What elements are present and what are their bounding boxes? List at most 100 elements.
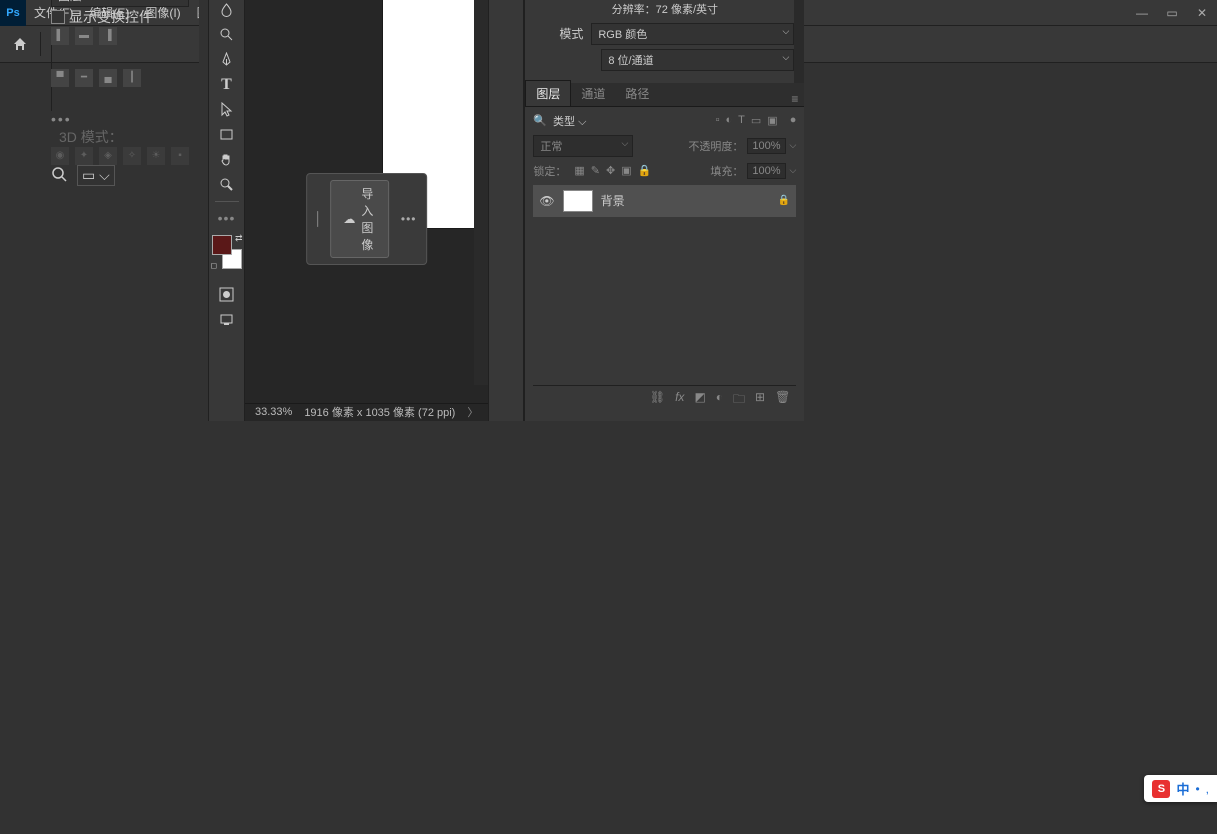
opacity-arrow-icon[interactable]: ⌵ xyxy=(790,140,797,151)
filter-toggle-icon[interactable]: ● xyxy=(790,114,797,127)
path-select-tool[interactable] xyxy=(213,98,241,122)
layers-panel-menu-icon[interactable]: ≡ xyxy=(785,92,804,106)
align-bottom-icon[interactable]: ▄ xyxy=(99,69,117,87)
swap-colors-icon[interactable]: ⇄ xyxy=(235,233,243,244)
type-tool[interactable]: T xyxy=(213,73,241,97)
lock-icons: ▦ ✎ ✥ ▣ 🔒 xyxy=(574,164,651,177)
move-tool-indicator-icon[interactable]: �南 ✥ 自动选择： 图层 显示变换控件 ▌ ▬ ▐ ▀ ━ ▄ ┃ ••• 3… xyxy=(51,0,189,186)
lock-transparency-icon[interactable]: ▦ xyxy=(574,164,584,177)
bit-depth-dropdown[interactable]: 8 位/通道 xyxy=(601,49,794,71)
properties-scrollbar[interactable] xyxy=(794,0,804,83)
blur-tool[interactable] xyxy=(213,0,241,22)
import-more-icon[interactable]: ••• xyxy=(401,212,417,226)
doc-dimensions: 1916 像素 x 1035 像素 (72 ppi) xyxy=(304,404,455,420)
layer-visibility-icon[interactable]: 👁 xyxy=(539,194,554,208)
new-layer-icon[interactable]: ⊞ xyxy=(755,390,765,411)
dodge-tool[interactable] xyxy=(213,23,241,47)
default-colors-icon[interactable]: ◻ xyxy=(211,261,218,270)
filter-pixel-icon[interactable]: ▫ xyxy=(716,114,720,127)
align-center-h-icon[interactable]: ▬ xyxy=(75,27,93,45)
view-mode-icon[interactable]: ▭ ⌵ xyxy=(77,165,115,186)
home-icon[interactable] xyxy=(10,34,30,54)
tab-channels[interactable]: 通道 xyxy=(571,81,615,106)
layer-name-label[interactable]: 背景 xyxy=(601,192,770,209)
resolution-display: 分辨率：72 像素/英寸 xyxy=(535,1,794,17)
right-panels: » 颜色 色板 渐变 图案 ≡ 属性 调整 库 ≡ ▫ xyxy=(524,0,804,421)
import-bar-handle[interactable] xyxy=(317,211,318,227)
layer-fx-icon[interactable]: fx xyxy=(675,390,684,411)
ps-logo-icon: Ps xyxy=(0,0,26,26)
color-wells[interactable]: ⇄ ◻ xyxy=(212,235,242,269)
adjustment-layer-icon[interactable]: ◐ xyxy=(716,390,723,411)
align-middle-icon[interactable]: ━ xyxy=(75,69,93,87)
maximize-button[interactable]: ▭ xyxy=(1157,0,1187,26)
edit-toolbar-icon[interactable]: ••• xyxy=(213,206,241,230)
layer-group-icon[interactable]: 🗀 xyxy=(733,390,745,411)
import-bar: ☁ 导入图像 ••• xyxy=(306,173,428,265)
fill-value[interactable]: 100% xyxy=(747,163,785,179)
canvas-viewport[interactable]: ☁ 导入图像 ••• xyxy=(245,0,488,403)
show-transform-checkbox[interactable]: 显示变换控件 xyxy=(51,7,189,27)
hand-tool[interactable] xyxy=(213,148,241,172)
close-button[interactable]: ✕ xyxy=(1187,0,1217,26)
tools-panel: ✥ xyxy=(209,0,245,421)
filter-adjustment-icon[interactable]: ◐ xyxy=(725,114,732,127)
options-bar: �南 ✥ 自动选择： 图层 显示变换控件 ▌ ▬ ▐ ▀ ━ ▄ ┃ ••• 3… xyxy=(0,26,1217,63)
3d-orbit-icon[interactable]: ◉ xyxy=(51,147,69,165)
layer-mask-icon[interactable]: ◩ xyxy=(694,390,705,411)
lock-position-icon[interactable]: ✥ xyxy=(606,164,615,177)
ime-dot-icon: • xyxy=(1195,782,1199,796)
filter-type-icon[interactable]: T xyxy=(738,114,745,127)
pen-tool[interactable] xyxy=(213,48,241,72)
align-right-icon[interactable]: ▐ xyxy=(99,27,117,45)
layer-filter-row: 🔍 类型 ⌵ ▫ ◐ T ▭ ▣ ● xyxy=(533,113,796,129)
color-mode-dropdown[interactable]: RGB 颜色 xyxy=(591,23,794,45)
properties-body: ▫ 文档 画布 ⛓ W X H Y xyxy=(525,0,804,83)
divider xyxy=(51,45,52,69)
tab-paths[interactable]: 路径 xyxy=(615,81,659,106)
zoom-level[interactable]: 33.33% xyxy=(255,406,292,418)
filter-smart-icon[interactable]: ▣ xyxy=(767,114,777,127)
3d-camera-icon[interactable]: ▪ xyxy=(171,147,189,165)
canvas-scrollbar-vertical[interactable] xyxy=(474,0,488,385)
rectangle-tool[interactable] xyxy=(213,123,241,147)
link-layers-icon[interactable]: ⛓ xyxy=(650,390,665,411)
more-options-icon[interactable]: ••• xyxy=(51,111,189,127)
distribute-icon[interactable]: ┃ xyxy=(123,69,141,87)
auto-select-dropdown[interactable]: 图层 xyxy=(51,0,189,7)
align-top-icon[interactable]: ▀ xyxy=(51,69,69,87)
quick-mask-icon[interactable] xyxy=(213,283,241,307)
lock-artboard-icon[interactable]: ▣ xyxy=(621,164,631,177)
ime-logo-icon: S xyxy=(1152,780,1170,798)
import-image-button[interactable]: ☁ 导入图像 xyxy=(330,180,389,258)
3d-light-icon[interactable]: ☀ xyxy=(147,147,165,165)
foreground-color[interactable] xyxy=(212,235,232,255)
layer-search-icon[interactable]: 🔍 xyxy=(533,114,547,127)
align-left-icon[interactable]: ▌ xyxy=(51,27,69,45)
lock-label: 锁定： xyxy=(533,163,566,179)
zoom-tool[interactable] xyxy=(213,173,241,197)
delete-layer-icon[interactable]: 🗑 xyxy=(775,390,790,411)
screen-mode-icon[interactable] xyxy=(213,308,241,332)
opacity-value[interactable]: 100% xyxy=(747,138,785,154)
lock-all-icon[interactable]: 🔒 xyxy=(638,164,652,177)
search-icon[interactable] xyxy=(51,166,67,185)
layer-filter-kind-dropdown[interactable]: 类型 ⌵ xyxy=(553,113,586,129)
window-controls: — ▭ ✕ xyxy=(1127,0,1217,26)
layer-list: 👁 背景 🔒 xyxy=(533,185,796,385)
layer-thumbnail[interactable] xyxy=(563,190,593,212)
ime-indicator[interactable]: S 中 • , xyxy=(1144,775,1217,802)
minimize-button[interactable]: — xyxy=(1127,0,1157,26)
status-arrow-icon[interactable]: 〉 xyxy=(467,404,478,420)
fill-arrow-icon[interactable]: ⌵ xyxy=(790,165,797,176)
lock-pixels-icon[interactable]: ✎ xyxy=(591,164,600,177)
tab-layers[interactable]: 图层 xyxy=(525,80,571,106)
layer-background[interactable]: 👁 背景 🔒 xyxy=(533,185,796,217)
blend-mode-dropdown[interactable]: 正常 xyxy=(533,135,633,157)
3d-dolly-icon[interactable]: ◈ xyxy=(99,147,117,165)
3d-walk-icon[interactable]: ✧ xyxy=(123,147,141,165)
3d-pan-icon[interactable]: ✦ xyxy=(75,147,93,165)
toolbar-collapse-strip[interactable]: » xyxy=(199,0,209,421)
mode-3d-label: 3D 模式： xyxy=(59,129,123,145)
filter-shape-icon[interactable]: ▭ xyxy=(751,114,761,127)
